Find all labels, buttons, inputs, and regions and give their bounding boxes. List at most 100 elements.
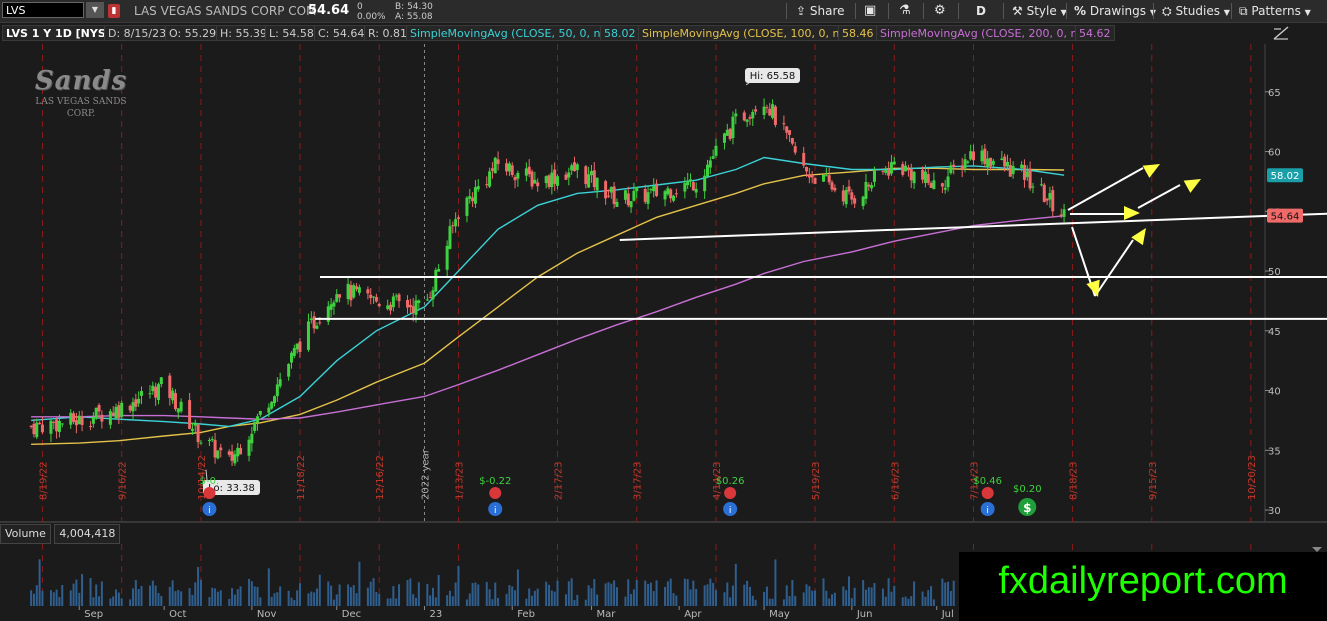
volume-bar: [355, 593, 358, 606]
link-icon[interactable]: ▮: [108, 4, 120, 18]
candle-body: [575, 164, 579, 171]
sma200-label[interactable]: SimpleMovingAvg (CLOSE, 200, 0, no): [876, 25, 1093, 41]
calendar-icon[interactable]: ▣: [864, 0, 876, 22]
volume-bar: [177, 589, 180, 606]
drawings-button[interactable]: % Drawings ▼: [1074, 0, 1156, 22]
patterns-button[interactable]: ⧉ Patterns ▼: [1239, 0, 1311, 22]
y-tick-label: 60: [1268, 148, 1281, 159]
company-logo: Sands LAS VEGAS SANDS CORP.: [22, 66, 140, 119]
candle-body: [926, 174, 930, 183]
candle-body: [372, 296, 376, 298]
volume-bar: [287, 590, 290, 606]
volume-bar: [259, 597, 262, 606]
candle-body: [171, 390, 175, 401]
candle-body: [629, 201, 633, 208]
candle-body: [1008, 164, 1012, 177]
volume-bar: [632, 589, 635, 606]
candle-body: [239, 447, 243, 455]
volume-bar: [873, 583, 876, 606]
volume-bar: [536, 588, 539, 606]
sma50-label[interactable]: SimpleMovingAvg (CLOSE, 50, 0, no): [406, 25, 616, 41]
volume-bar: [457, 565, 460, 606]
volume-bar: [55, 589, 58, 606]
volume-bar: [703, 585, 706, 606]
candle-body: [536, 182, 540, 187]
candle-body: [921, 169, 925, 180]
candle-body: [111, 412, 115, 416]
candle-body: [496, 159, 500, 165]
candle-body: [488, 171, 492, 187]
volume-bar: [887, 578, 890, 606]
candle-body: [572, 162, 576, 172]
flask-icon[interactable]: ⚗: [899, 0, 911, 22]
volume-bar: [180, 591, 183, 606]
volume-bar: [627, 579, 630, 606]
dividend-label: $0.46: [973, 476, 1002, 487]
candle-body: [674, 193, 678, 195]
period-selector[interactable]: D: [976, 0, 986, 22]
volume-bar: [335, 594, 338, 606]
volume-bar: [794, 595, 797, 606]
candle-body: [94, 407, 98, 419]
candle-body: [864, 181, 868, 199]
studies-button[interactable]: ⛭ Studies ▼: [1162, 0, 1230, 22]
symbol-dropdown-icon[interactable]: ▼: [86, 2, 104, 18]
style-button[interactable]: ⚒ Style ▼: [1012, 0, 1067, 22]
candle-body: [227, 451, 231, 455]
candle-body: [972, 151, 976, 161]
volume-bar: [751, 595, 754, 606]
volume-bar: [69, 590, 72, 606]
date-label: 9/15/23: [1148, 461, 1159, 500]
volume-bar: [199, 579, 202, 606]
volume-bar: [120, 598, 123, 606]
volume-bar: [448, 590, 451, 606]
candle-body: [952, 164, 956, 168]
volume-bar: [78, 592, 81, 606]
volume-bar: [771, 598, 774, 606]
price-chart[interactable]: 30354045505560658/19/229/16/2210/14/2211…: [0, 0, 1327, 621]
settings-icon[interactable]: [1272, 25, 1290, 41]
volume-bar: [743, 584, 746, 606]
volume-bar: [675, 595, 678, 606]
candle-body: [1011, 166, 1015, 174]
candle-body: [148, 393, 152, 395]
share-button[interactable]: ⇪ Share: [796, 0, 845, 22]
volume-bar: [604, 583, 607, 606]
volume-bar: [253, 586, 256, 606]
candle-body: [471, 197, 475, 202]
y-tick-label: 45: [1268, 327, 1281, 338]
volume-bar: [573, 599, 576, 606]
candle-body: [892, 161, 896, 165]
volume-bar: [434, 597, 437, 606]
volume-bar: [729, 597, 732, 606]
candle-body: [1048, 193, 1052, 200]
volume-bar: [451, 596, 454, 606]
date-label: 8/19/22: [38, 461, 49, 500]
candle-body: [335, 294, 339, 302]
volume-bar: [307, 593, 310, 606]
candle-body: [649, 189, 653, 191]
volume-bar: [358, 561, 361, 606]
candle-body: [694, 188, 698, 193]
volume-bar: [38, 559, 41, 606]
candle-body: [1025, 171, 1029, 178]
gear-icon[interactable]: ⚙: [934, 0, 946, 22]
candle-body: [117, 405, 121, 418]
volume-bar: [822, 578, 825, 606]
candle-body: [219, 447, 223, 451]
candle-body: [1062, 209, 1066, 217]
candle-body: [1045, 198, 1049, 201]
symbol-input[interactable]: LVS: [2, 2, 84, 18]
volume-bar: [137, 589, 140, 606]
volume-bar: [30, 590, 33, 606]
volume-bar: [647, 583, 650, 606]
candle-body: [374, 296, 378, 302]
volume-bar: [864, 589, 867, 606]
sma100-label[interactable]: SimpleMovingAvg (CLOSE, 100, 0, no): [638, 25, 855, 41]
candle-body: [847, 186, 851, 192]
volume-bar: [545, 581, 548, 606]
top-toolbar: LVS ▼ ▮ LAS VEGAS SANDS CORP COM 54.64 0…: [0, 0, 1327, 23]
volume-bar: [454, 582, 457, 606]
candle-body: [711, 156, 715, 159]
candle-body: [946, 176, 950, 188]
